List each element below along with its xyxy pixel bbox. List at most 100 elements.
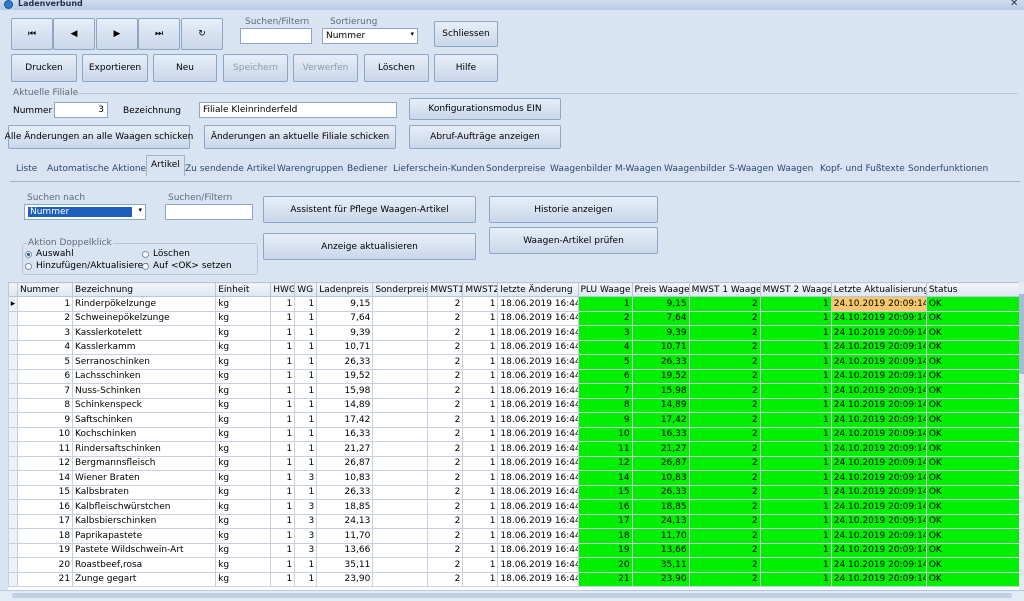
table-cell[interactable]: 1: [270, 325, 296, 341]
table-cell[interactable]: kg: [215, 339, 272, 355]
table-cell[interactable]: 2: [688, 513, 761, 529]
table-row[interactable]: 14 Wiener Braten kg 1 3 10,83 2 1 18.06.2019 16:…: [8, 470, 1020, 486]
table-cell[interactable]: 14: [577, 470, 633, 486]
table-cell[interactable]: kg: [215, 397, 272, 413]
show-jobs-button[interactable]: Abruf-Aufträge anzeigen: [409, 125, 561, 149]
table-cell[interactable]: 17: [577, 513, 633, 529]
column-header[interactable]: HWG: [270, 282, 296, 297]
table-cell[interactable]: OK: [925, 412, 1020, 428]
export-button[interactable]: Exportieren: [82, 54, 148, 82]
table-row[interactable]: 3 Kasslerkotelett kg 1 1 9,39 2 1 18.06.2019 16:…: [8, 325, 1020, 341]
table-cell[interactable]: 18,85: [631, 499, 690, 515]
table-cell[interactable]: 8: [16, 397, 74, 413]
table-cell[interactable]: 26,87: [631, 455, 690, 471]
table-cell[interactable]: 1: [577, 296, 633, 312]
send-all-changes-button[interactable]: Alle Änderungen an alle Waagen schicken: [5, 125, 193, 149]
table-cell[interactable]: 2: [688, 354, 761, 370]
table-row[interactable]: 12 Bergmannsfleisch kg 1 1 26,87 2 1 18.06.2019 …: [8, 455, 1020, 471]
table-cell[interactable]: OK: [925, 426, 1020, 442]
table-cell[interactable]: 11,70: [631, 528, 690, 544]
table-cell[interactable]: 2: [16, 310, 74, 326]
table-cell[interactable]: 1: [759, 310, 832, 326]
table-cell[interactable]: 24.10.2019 20:09:14: [830, 354, 927, 370]
table-cell[interactable]: 2: [688, 296, 761, 312]
sort-select[interactable]: Nummer ▾: [322, 28, 418, 44]
artikel-filter-input[interactable]: [165, 204, 253, 220]
table-cell[interactable]: 24.10.2019 20:09:14: [830, 339, 927, 355]
table-cell[interactable]: OK: [925, 571, 1020, 587]
table-cell[interactable]: 1: [270, 339, 296, 355]
table-cell[interactable]: 2: [688, 325, 761, 341]
table-cell[interactable]: 1: [270, 484, 296, 500]
table-cell[interactable]: [372, 354, 429, 370]
table-cell[interactable]: 1: [759, 368, 832, 384]
table-cell[interactable]: 18: [577, 528, 633, 544]
table-cell[interactable]: 1: [270, 368, 296, 384]
table-cell[interactable]: 1: [759, 499, 832, 515]
table-cell[interactable]: kg: [215, 484, 272, 500]
table-cell[interactable]: 18.06.2019 16:44:: [497, 397, 579, 413]
table-cell[interactable]: 17,42: [316, 412, 374, 428]
table-cell[interactable]: 9,15: [316, 296, 374, 312]
table-cell[interactable]: 6: [16, 368, 74, 384]
table-cell[interactable]: 18.06.2019 16:44:: [497, 310, 579, 326]
table-cell[interactable]: OK: [925, 542, 1020, 558]
table-cell[interactable]: 2: [427, 339, 464, 355]
table-cell[interactable]: 1: [462, 354, 499, 370]
table-cell[interactable]: 1: [294, 426, 318, 442]
table-cell[interactable]: 24.10.2019 20:09:14: [830, 441, 927, 457]
row-indicator[interactable]: [8, 470, 18, 486]
table-cell[interactable]: 1: [270, 412, 296, 428]
table-cell[interactable]: 1: [759, 354, 832, 370]
table-cell[interactable]: 1: [759, 412, 832, 428]
table-cell[interactable]: 19: [16, 542, 74, 558]
table-cell[interactable]: 24.10.2019 20:09:14: [830, 397, 927, 413]
table-cell[interactable]: 18.06.2019 16:44:: [497, 542, 579, 558]
table-cell[interactable]: 2: [688, 499, 761, 515]
table-cell[interactable]: 10,83: [316, 470, 374, 486]
table-cell[interactable]: OK: [925, 484, 1020, 500]
row-indicator[interactable]: [8, 383, 18, 399]
table-cell[interactable]: kg: [215, 513, 272, 529]
table-row[interactable]: 4 Kasslerkamm kg 1 1 10,71 2 1 18.06.2019 16:44:…: [8, 339, 1020, 355]
table-cell[interactable]: 11: [577, 441, 633, 457]
table-cell[interactable]: 2: [688, 455, 761, 471]
table-cell[interactable]: kg: [215, 499, 272, 515]
table-cell[interactable]: 26,33: [631, 354, 690, 370]
table-row[interactable]: 16 Kalbfleischwürstchen kg 1 3 18,85 2 1 18.06.2…: [8, 499, 1020, 515]
table-cell[interactable]: 9,15: [631, 296, 690, 312]
table-cell[interactable]: 1: [270, 470, 296, 486]
table-cell[interactable]: 2: [427, 354, 464, 370]
table-cell[interactable]: 24.10.2019 20:09:14: [830, 325, 927, 341]
delete-button[interactable]: Löschen: [364, 54, 429, 82]
table-cell[interactable]: kg: [215, 383, 272, 399]
table-cell[interactable]: 18.06.2019 16:44:: [497, 513, 579, 529]
table-cell[interactable]: 2: [688, 441, 761, 457]
table-cell[interactable]: Rindersaftschinken: [72, 441, 217, 457]
table-cell[interactable]: 2: [688, 368, 761, 384]
table-cell[interactable]: 2: [427, 296, 464, 312]
tab-waagenbilder-s[interactable]: Waagenbilder S-Waagen: [664, 164, 774, 174]
table-cell[interactable]: 26,33: [316, 354, 374, 370]
table-cell[interactable]: 1: [294, 383, 318, 399]
table-cell[interactable]: 1: [759, 571, 832, 587]
table-cell[interactable]: 1: [294, 325, 318, 341]
table-cell[interactable]: 18.06.2019 16:44:: [497, 484, 579, 500]
table-cell[interactable]: 2: [427, 310, 464, 326]
first-record-button[interactable]: ⏮: [11, 18, 53, 50]
table-cell[interactable]: 18.06.2019 16:44:: [497, 368, 579, 384]
table-cell[interactable]: 18.06.2019 16:44:: [497, 499, 579, 515]
table-cell[interactable]: OK: [925, 325, 1020, 341]
table-row[interactable]: 9 Saftschinken kg 1 1 17,42 2 1 18.06.2019 16:44…: [8, 412, 1020, 428]
table-cell[interactable]: 16,33: [316, 426, 374, 442]
tab-waagen[interactable]: Waagen: [777, 164, 813, 174]
last-record-button[interactable]: ⏭: [138, 18, 180, 50]
table-cell[interactable]: 7: [577, 383, 633, 399]
table-cell[interactable]: 15: [16, 484, 74, 500]
table-row[interactable]: 6 Lachsschinken kg 1 1 19,52 2 1 18.06.2019 16:4…: [8, 368, 1020, 384]
table-cell[interactable]: 18.06.2019 16:44:: [497, 426, 579, 442]
table-cell[interactable]: 8: [577, 397, 633, 413]
table-cell[interactable]: 1: [462, 383, 499, 399]
table-cell[interactable]: 1: [759, 528, 832, 544]
table-cell[interactable]: 2: [688, 470, 761, 486]
